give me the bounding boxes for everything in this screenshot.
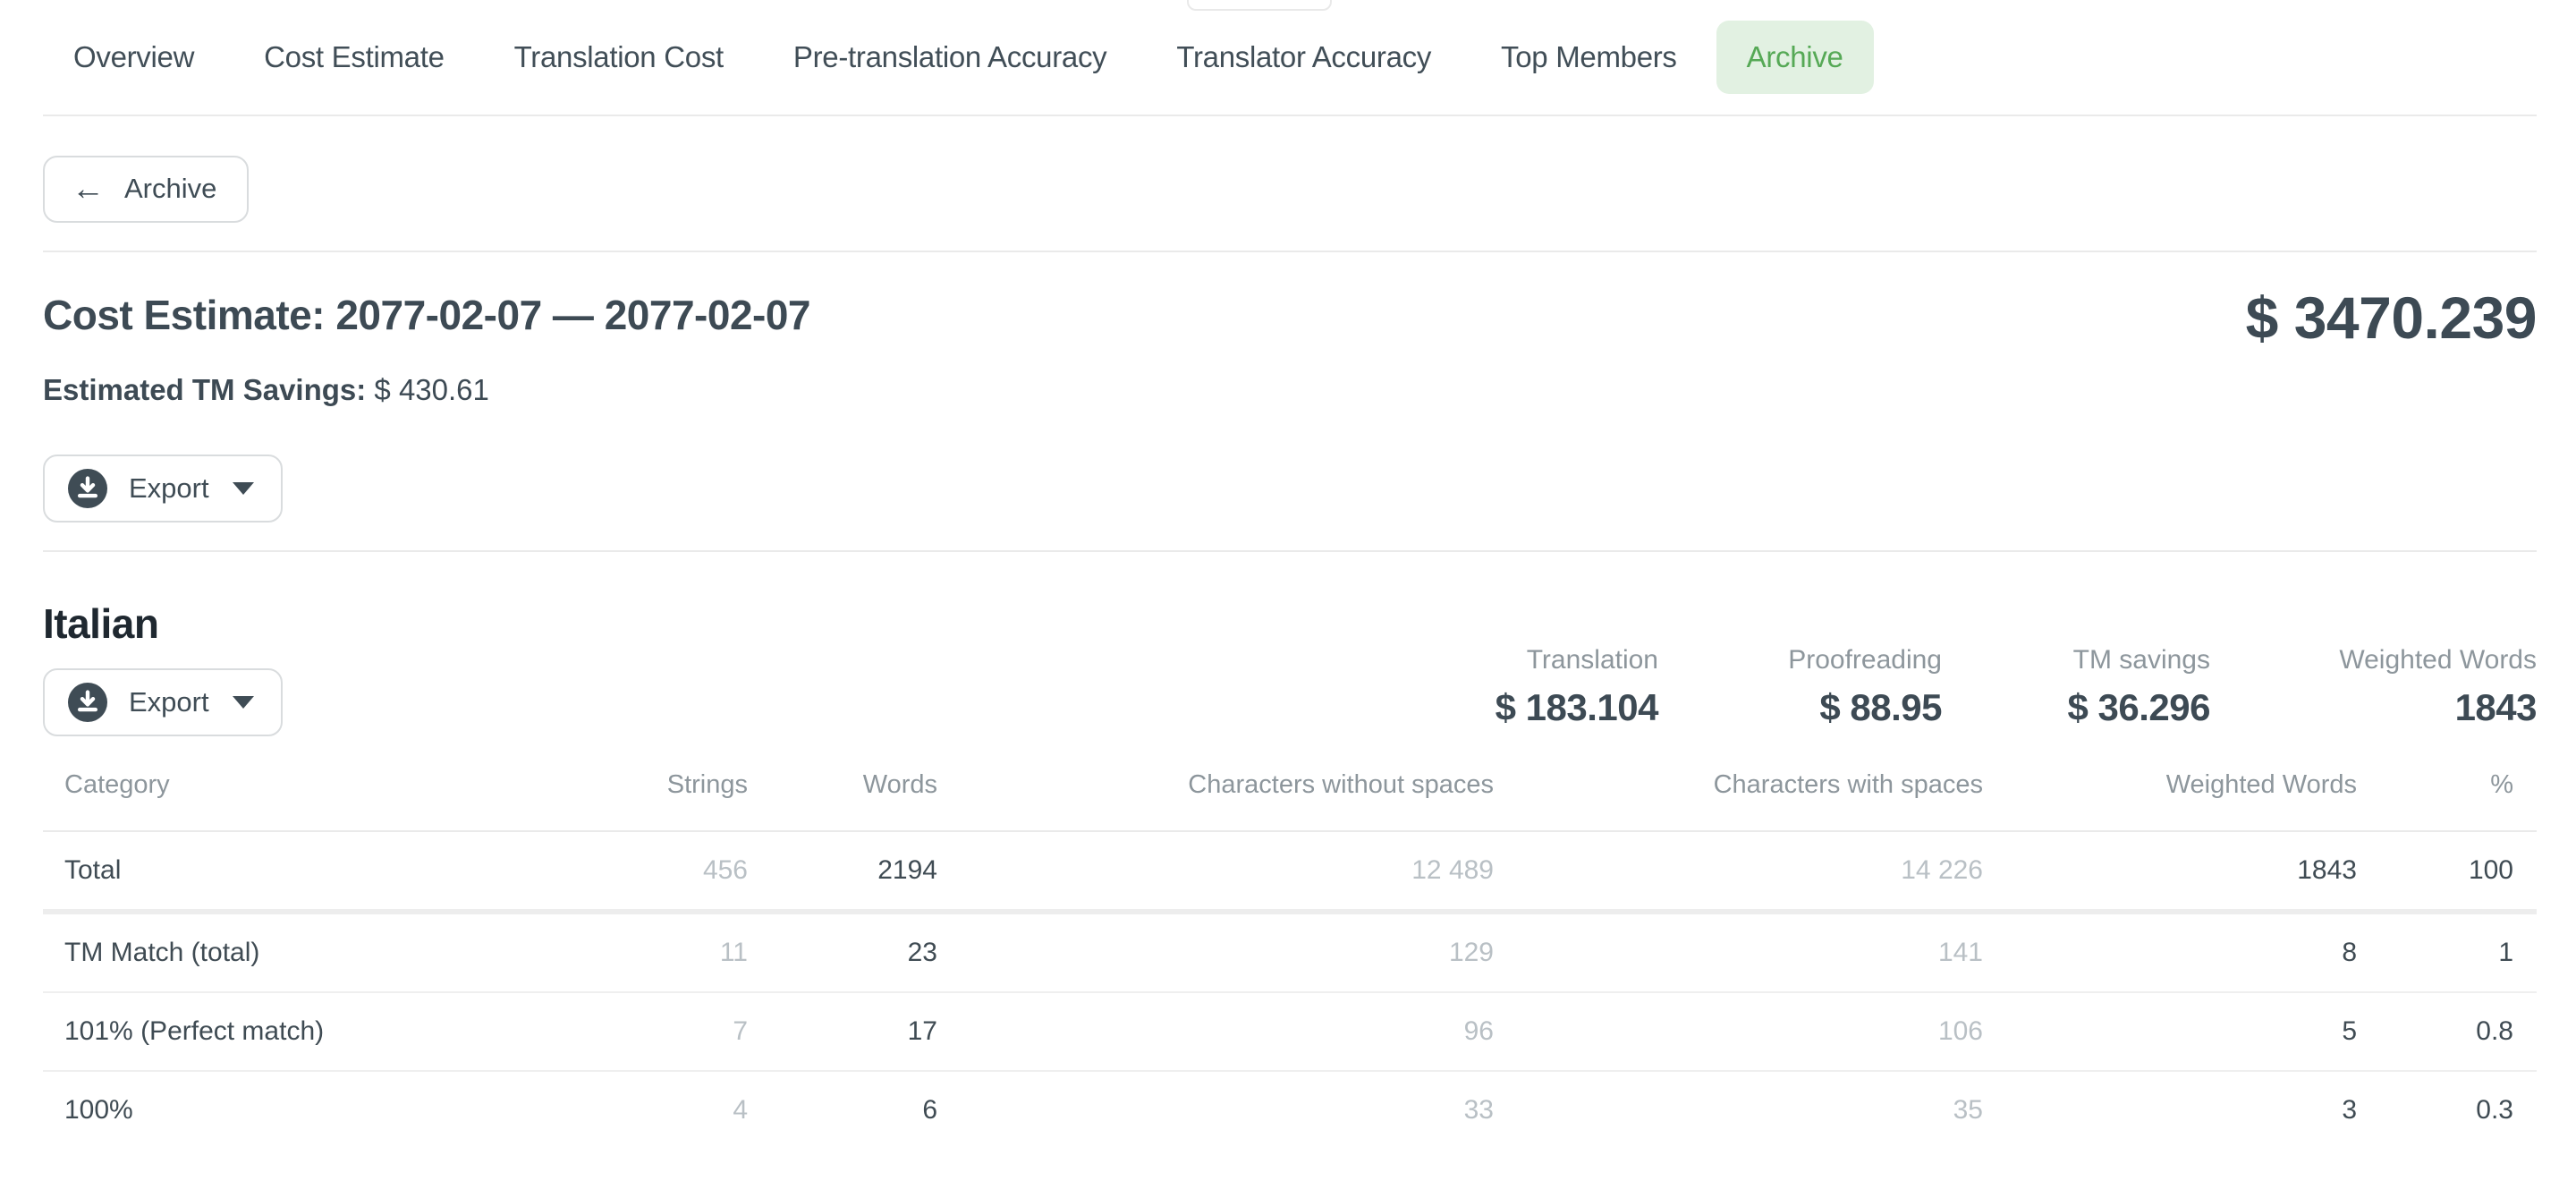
stat-value: $ 183.104 — [1372, 686, 1658, 729]
tab-cost-estimate[interactable]: Cost Estimate — [233, 21, 475, 94]
stat-tm-savings: TM savings $ 36.296 — [1942, 645, 2210, 729]
cell-weighted-words: 8 — [1983, 912, 2357, 992]
table-row: 101% (Perfect match) 7 17 96 106 5 0.8 — [43, 992, 2537, 1071]
column-header-chars-without-spaces: Characters without spaces — [937, 770, 1494, 831]
table-row: TM Match (total) 11 23 129 141 8 1 — [43, 912, 2537, 992]
cell-weighted-words: 1843 — [1983, 831, 2357, 912]
cell-words: 23 — [748, 912, 937, 992]
tab-archive[interactable]: Archive — [1716, 21, 1874, 94]
cell-chars-with-spaces: 106 — [1494, 992, 1983, 1071]
stat-value: $ 36.296 — [1942, 686, 2210, 729]
cell-chars-without-spaces: 33 — [937, 1071, 1494, 1149]
cell-category: TM Match (total) — [43, 912, 580, 992]
cell-percent: 0.3 — [2357, 1071, 2537, 1149]
cell-strings: 7 — [580, 992, 748, 1071]
tab-pre-translation-accuracy[interactable]: Pre-translation Accuracy — [763, 21, 1137, 94]
cell-chars-without-spaces: 96 — [937, 992, 1494, 1071]
column-header-strings: Strings — [580, 770, 748, 831]
cell-words: 2194 — [748, 831, 937, 912]
cell-category: 100% — [43, 1071, 580, 1149]
cell-category: Total — [43, 831, 580, 912]
stat-translation: Translation $ 183.104 — [1372, 645, 1658, 729]
tm-savings-line: Estimated TM Savings: $ 430.61 — [43, 370, 2537, 410]
arrow-left-icon: ← — [72, 172, 105, 205]
cell-strings: 4 — [580, 1071, 748, 1149]
cell-chars-with-spaces: 14 226 — [1494, 831, 1983, 912]
stat-label: TM savings — [1942, 645, 2210, 675]
cell-category: 101% (Perfect match) — [43, 992, 580, 1071]
cell-weighted-words: 3 — [1983, 1071, 2357, 1149]
tab-translator-accuracy[interactable]: Translator Accuracy — [1146, 21, 1462, 94]
language-stats: Translation $ 183.104 Proofreading $ 88.… — [1372, 645, 2537, 729]
table-header-row: Category Strings Words Characters withou… — [43, 770, 2537, 831]
stat-label: Proofreading — [1658, 645, 1942, 675]
cost-breakdown-table: Category Strings Words Characters withou… — [43, 770, 2537, 1149]
stat-value: 1843 — [2210, 686, 2537, 729]
language-section: Italian Translation $ 183.104 Proofreadi… — [43, 552, 2537, 736]
tm-savings-value: $ 430.61 — [374, 373, 488, 406]
cell-words: 6 — [748, 1071, 937, 1149]
column-header-weighted-words: Weighted Words — [1983, 770, 2357, 831]
cell-weighted-words: 5 — [1983, 992, 2357, 1071]
tab-translation-cost[interactable]: Translation Cost — [484, 21, 754, 94]
cell-chars-with-spaces: 141 — [1494, 912, 1983, 992]
column-header-percent: % — [2357, 770, 2537, 831]
stat-value: $ 88.95 — [1658, 686, 1942, 729]
export-language-label: Export — [129, 686, 209, 718]
tab-top-members[interactable]: Top Members — [1470, 21, 1707, 94]
summary-row: Cost Estimate: 2077-02-07 — 2077-02-07 $… — [43, 288, 2537, 347]
column-header-category: Category — [43, 770, 580, 831]
cell-strings: 11 — [580, 912, 748, 992]
caret-down-icon — [233, 696, 254, 709]
export-report-label: Export — [129, 472, 209, 505]
total-cost-amount: $ 3470.239 — [2246, 288, 2537, 347]
stat-proofreading: Proofreading $ 88.95 — [1658, 645, 1942, 729]
page-title: Cost Estimate: 2077-02-07 — 2077-02-07 — [43, 288, 810, 342]
column-header-chars-with-spaces: Characters with spaces — [1494, 770, 1983, 831]
table-row: 100% 4 6 33 35 3 0.3 — [43, 1071, 2537, 1149]
cell-words: 17 — [748, 992, 937, 1071]
cell-chars-without-spaces: 12 489 — [937, 831, 1494, 912]
back-to-archive-label: Archive — [124, 173, 216, 205]
cell-chars-with-spaces: 35 — [1494, 1071, 1983, 1149]
back-to-archive-button[interactable]: ← Archive — [43, 156, 249, 223]
language-title: Italian — [43, 599, 2537, 649]
report-content: ← Archive Cost Estimate: 2077-02-07 — 20… — [43, 116, 2537, 1149]
export-language-button[interactable]: Export — [43, 668, 283, 736]
table-row: Total 456 2194 12 489 14 226 1843 100 — [43, 831, 2537, 912]
stat-label: Translation — [1372, 645, 1658, 675]
download-icon — [68, 683, 107, 722]
tm-savings-label: Estimated TM Savings: — [43, 373, 366, 406]
stat-weighted-words: Weighted Words 1843 — [2210, 645, 2537, 729]
report-tabs: Overview Cost Estimate Translation Cost … — [43, 0, 2537, 116]
stat-label: Weighted Words — [2210, 645, 2537, 675]
download-icon — [68, 469, 107, 508]
caret-down-icon — [233, 482, 254, 495]
export-report-button[interactable]: Export — [43, 455, 283, 523]
cell-percent: 100 — [2357, 831, 2537, 912]
tab-overview[interactable]: Overview — [43, 21, 225, 94]
column-header-words: Words — [748, 770, 937, 831]
cell-percent: 0.8 — [2357, 992, 2537, 1071]
cell-chars-without-spaces: 129 — [937, 912, 1494, 992]
divider — [43, 251, 2537, 252]
cell-percent: 1 — [2357, 912, 2537, 992]
popover-fragment — [1187, 0, 1332, 11]
cell-strings: 456 — [580, 831, 748, 912]
